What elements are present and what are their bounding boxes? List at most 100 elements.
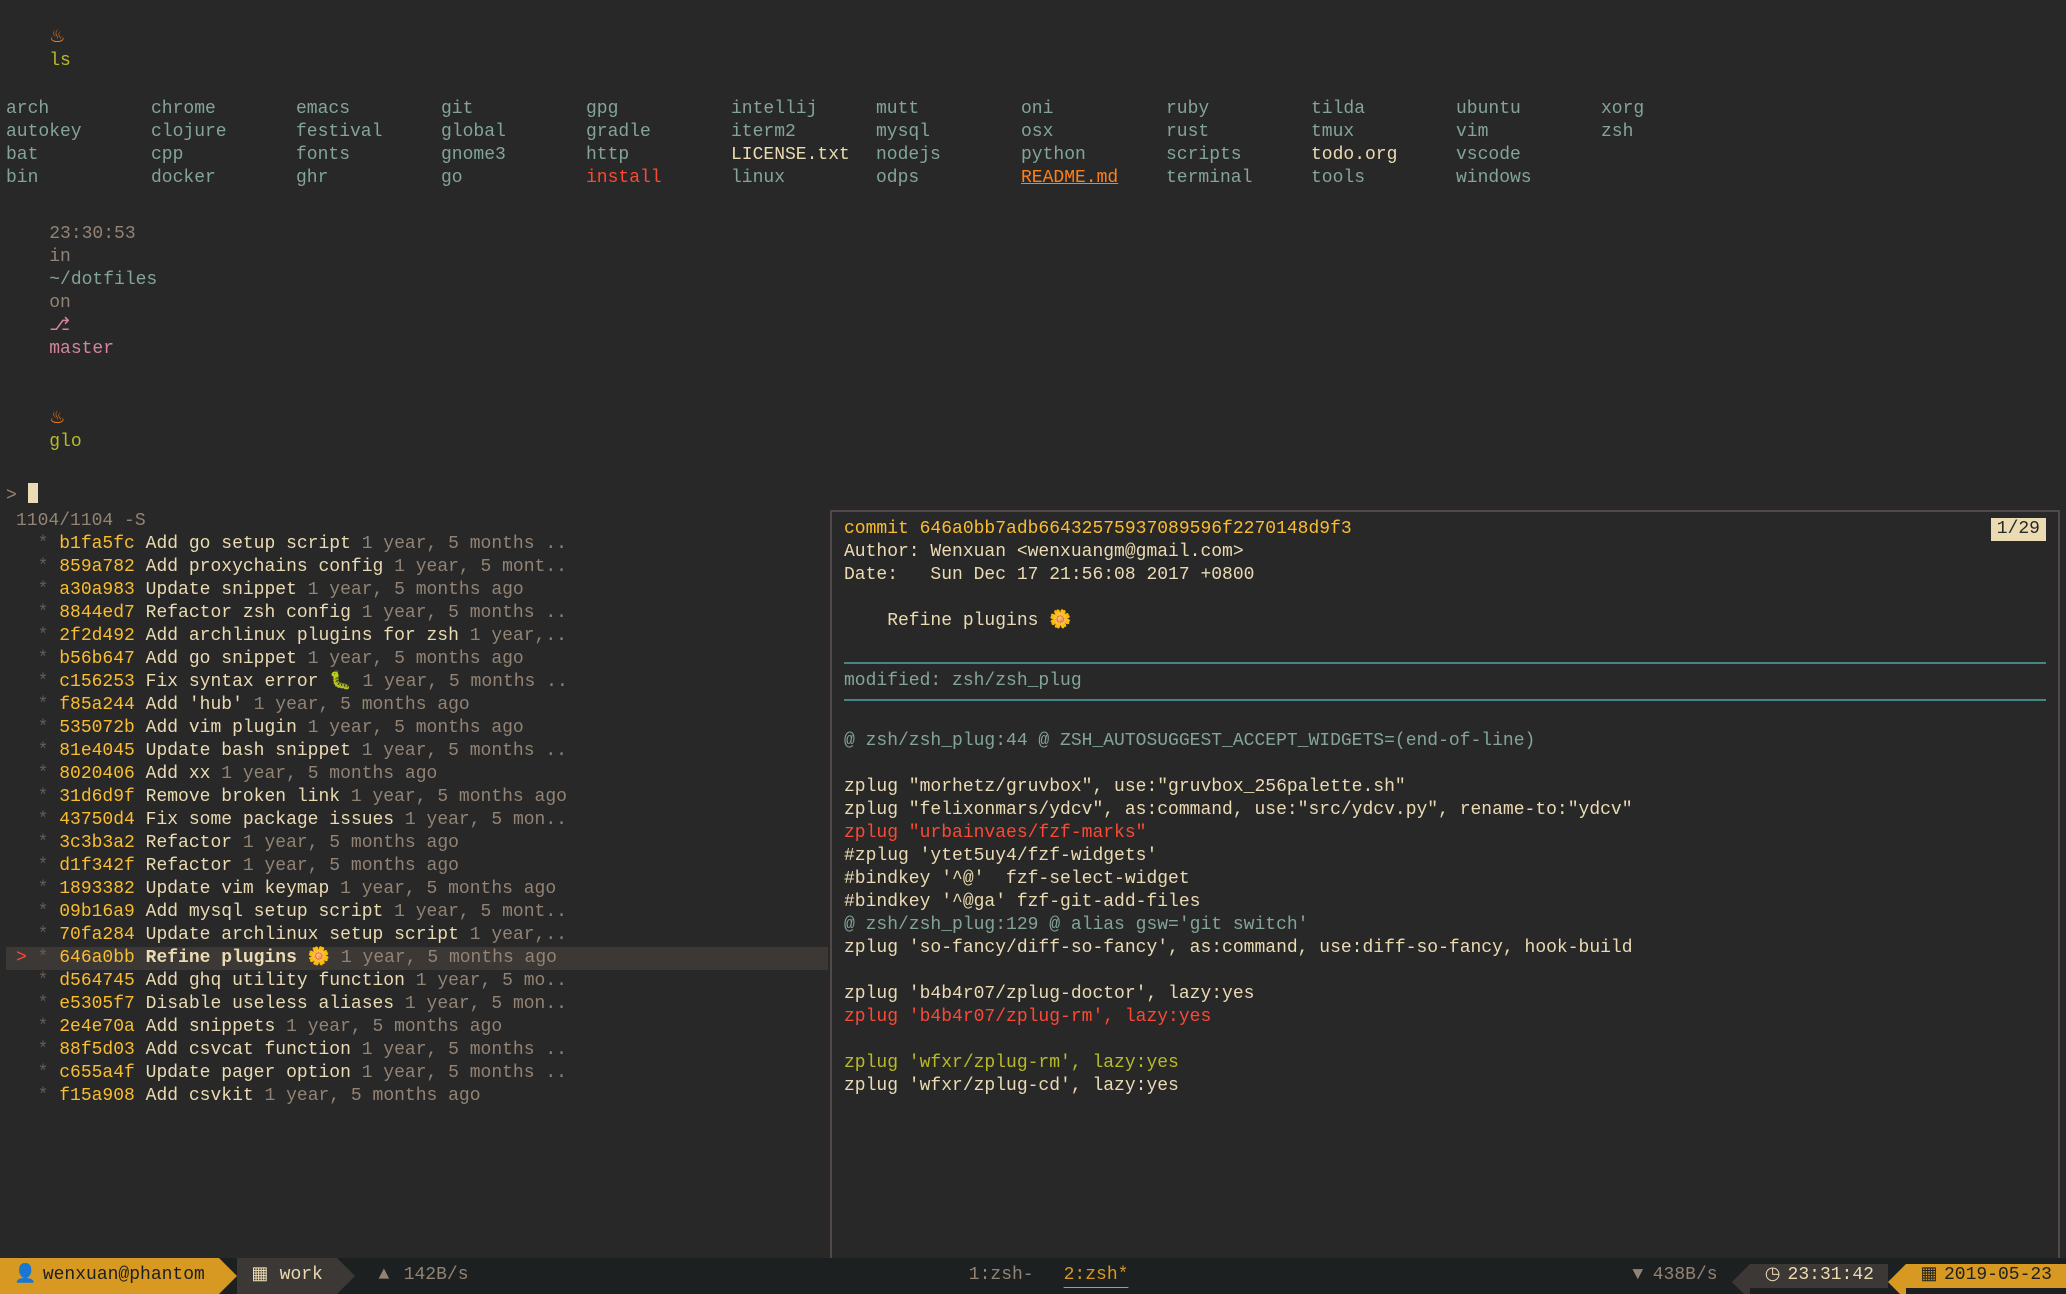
commit-row[interactable]: * f15a908 Add csvkit 1 year, 5 months ag… <box>6 1085 828 1108</box>
commit-msg: Update snippet <box>146 580 297 600</box>
prompt-cwd: ~/dotfiles <box>49 270 157 290</box>
ls-entry: docker <box>151 167 296 190</box>
ls-entry <box>1601 144 1746 167</box>
commit-msg: Fix some package issues <box>146 810 394 830</box>
commit-row[interactable]: * f85a244 Add 'hub' 1 year, 5 months ago <box>6 694 828 717</box>
commit-row[interactable]: * 09b16a9 Add mysql setup script 1 year,… <box>6 901 828 924</box>
tmux-tab[interactable]: 2:zsh* <box>1064 1264 1129 1287</box>
ls-entry: cpp <box>151 144 296 167</box>
prompt-status: 23:30:53 in ~/dotfiles on ⎇ master <box>6 200 2060 384</box>
commit-row[interactable]: * a30a983 Update snippet 1 year, 5 month… <box>6 579 828 602</box>
commit-row[interactable]: * 81e4045 Update bash snippet 1 year, 5 … <box>6 740 828 763</box>
ls-entry: tilda <box>1311 98 1456 121</box>
session-name: work <box>280 1264 323 1287</box>
commit-row[interactable]: * 3c3b3a2 Refactor 1 year, 5 months ago <box>6 832 828 855</box>
commit-row[interactable]: * b1fa5fc Add go setup script 1 year, 5 … <box>6 533 828 556</box>
ls-entry: arch <box>6 98 151 121</box>
commit-age: 1 year, 5 months .. <box>362 741 567 761</box>
ls-entry: vim <box>1456 121 1601 144</box>
commit-msg: Refactor zsh config <box>146 603 351 623</box>
ls-entry: nodejs <box>876 144 1021 167</box>
commit-row[interactable]: * b56b647 Add go snippet 1 year, 5 month… <box>6 648 828 671</box>
commit-msg: Add 'hub' <box>146 695 243 715</box>
status-net-up: ▲ 142B/s <box>361 1258 483 1294</box>
preview-counter: 1/29 <box>1991 518 2046 541</box>
commit-hash: 2e4e70a <box>59 1017 135 1037</box>
ls-entry: oni <box>1021 98 1166 121</box>
commit-hash: c156253 <box>59 672 135 692</box>
commit-age: 1 year, 5 mont.. <box>394 557 567 577</box>
tmux-statusbar: 👤 wenxuan@phantom ▦ work ▲ 142B/s 1:zsh-… <box>0 1258 2066 1294</box>
cmd-glo: glo <box>49 432 81 452</box>
calendar-icon: ▦ <box>1920 1264 1938 1287</box>
ls-entry: README.md <box>1021 167 1166 190</box>
ls-entry: scripts <box>1166 144 1311 167</box>
commit-hash: 1893382 <box>59 879 135 899</box>
commit-row[interactable]: * 70fa284 Update archlinux setup script … <box>6 924 828 947</box>
commit-age: 1 year,.. <box>470 626 567 646</box>
ls-entry: emacs <box>296 98 441 121</box>
section-divider <box>844 662 2046 664</box>
commit-row[interactable]: * c655a4f Update pager option 1 year, 5 … <box>6 1062 828 1085</box>
status-date: ▦ 2019-05-23 <box>1906 1264 2066 1287</box>
fzf-results[interactable]: 1104/1104 -S * b1fa5fc Add go setup scri… <box>6 510 828 1258</box>
commit-hash: 8844ed7 <box>59 603 135 623</box>
commit-hash: b56b647 <box>59 649 135 669</box>
commit-row[interactable]: * 43750d4 Fix some package issues 1 year… <box>6 809 828 832</box>
commit-msg: Remove broken link <box>146 787 340 807</box>
commit-row[interactable]: * 2f2d492 Add archlinux plugins for zsh … <box>6 625 828 648</box>
ls-entry: clojure <box>151 121 296 144</box>
ls-entry: intellij <box>731 98 876 121</box>
status-clock: ◷ 23:31:42 <box>1750 1264 1888 1287</box>
commit-row[interactable]: * 859a782 Add proxychains config 1 year,… <box>6 556 828 579</box>
git-branch: master <box>49 339 114 359</box>
commit-hash: b1fa5fc <box>59 534 135 554</box>
commit-row[interactable]: > * 646a0bb Refine plugins 🌼 1 year, 5 m… <box>6 947 828 970</box>
diff-context: #bindkey '^@ga' fzf-git-add-files <box>844 891 2046 914</box>
commit-msg: Update archlinux setup script <box>146 925 459 945</box>
commit-date: Date: Sun Dec 17 21:56:08 2017 +0800 <box>844 564 2046 587</box>
fzf-cursor <box>28 483 38 503</box>
commit-author: Author: Wenxuan <wenxuangm@gmail.com> <box>844 541 2046 564</box>
tmux-tabs[interactable]: 1:zsh- 2:zsh* <box>483 1258 1615 1294</box>
commit-age: 1 year, 5 months .. <box>362 534 567 554</box>
commit-age: 1 year, 5 months ago <box>308 649 524 669</box>
commit-row[interactable]: * 8020406 Add xx 1 year, 5 months ago <box>6 763 828 786</box>
commit-age: 1 year, 5 months .. <box>363 672 568 692</box>
commit-hash: 3c3b3a2 <box>59 833 135 853</box>
commit-hash: c655a4f <box>59 1063 135 1083</box>
diff-deleted: zplug 'b4b4r07/zplug-rm', lazy:yes <box>844 1006 2046 1029</box>
commit-hash: f15a908 <box>59 1086 135 1106</box>
ls-entry: todo.org <box>1311 144 1456 167</box>
diff-hunk: @ zsh/zsh_plug:44 @ ZSH_AUTOSUGGEST_ACCE… <box>844 730 2046 753</box>
commit-row[interactable]: * 31d6d9f Remove broken link 1 year, 5 m… <box>6 786 828 809</box>
commit-row[interactable]: * e5305f7 Disable useless aliases 1 year… <box>6 993 828 1016</box>
commit-age: 1 year, 5 months ago <box>286 1017 502 1037</box>
commit-row[interactable]: * d1f342f Refactor 1 year, 5 months ago <box>6 855 828 878</box>
commit-age: 1 year, 5 mon.. <box>405 810 567 830</box>
commit-row[interactable]: * 535072b Add vim plugin 1 year, 5 month… <box>6 717 828 740</box>
commit-age: 1 year, 5 months .. <box>362 603 567 623</box>
commit-row[interactable]: * c156253 Fix syntax error 🐛 1 year, 5 m… <box>6 671 828 694</box>
commit-hash: d564745 <box>59 971 135 991</box>
commit-row[interactable]: * 1893382 Update vim keymap 1 year, 5 mo… <box>6 878 828 901</box>
commit-row[interactable]: * 2e4e70a Add snippets 1 year, 5 months … <box>6 1016 828 1039</box>
ls-entry: chrome <box>151 98 296 121</box>
commit-row[interactable]: * d564745 Add ghq utility function 1 yea… <box>6 970 828 993</box>
ls-output: archchromeemacsgitgpgintellijmuttoniruby… <box>6 98 2060 190</box>
commit-hash: 70fa284 <box>59 925 135 945</box>
commit-hash: 646a0bb <box>59 948 135 968</box>
diff-added: zplug 'wfxr/zplug-rm', lazy:yes <box>844 1052 2046 1075</box>
commit-msg: Update vim keymap <box>146 879 330 899</box>
commit-age: 1 year,.. <box>470 925 567 945</box>
fzf-query-row[interactable]: > <box>6 477 2060 508</box>
diff-context: zplug "morhetz/gruvbox", use:"gruvbox_25… <box>844 776 2046 799</box>
commit-row[interactable]: * 88f5d03 Add csvcat function 1 year, 5 … <box>6 1039 828 1062</box>
commit-msg: Add ghq utility function <box>146 971 405 991</box>
ls-entry: gnome3 <box>441 144 586 167</box>
tmux-tab[interactable]: 1:zsh- <box>969 1264 1034 1287</box>
ls-entry: fonts <box>296 144 441 167</box>
commit-hash: 09b16a9 <box>59 902 135 922</box>
commit-row[interactable]: * 8844ed7 Refactor zsh config 1 year, 5 … <box>6 602 828 625</box>
ls-entry: install <box>586 167 731 190</box>
